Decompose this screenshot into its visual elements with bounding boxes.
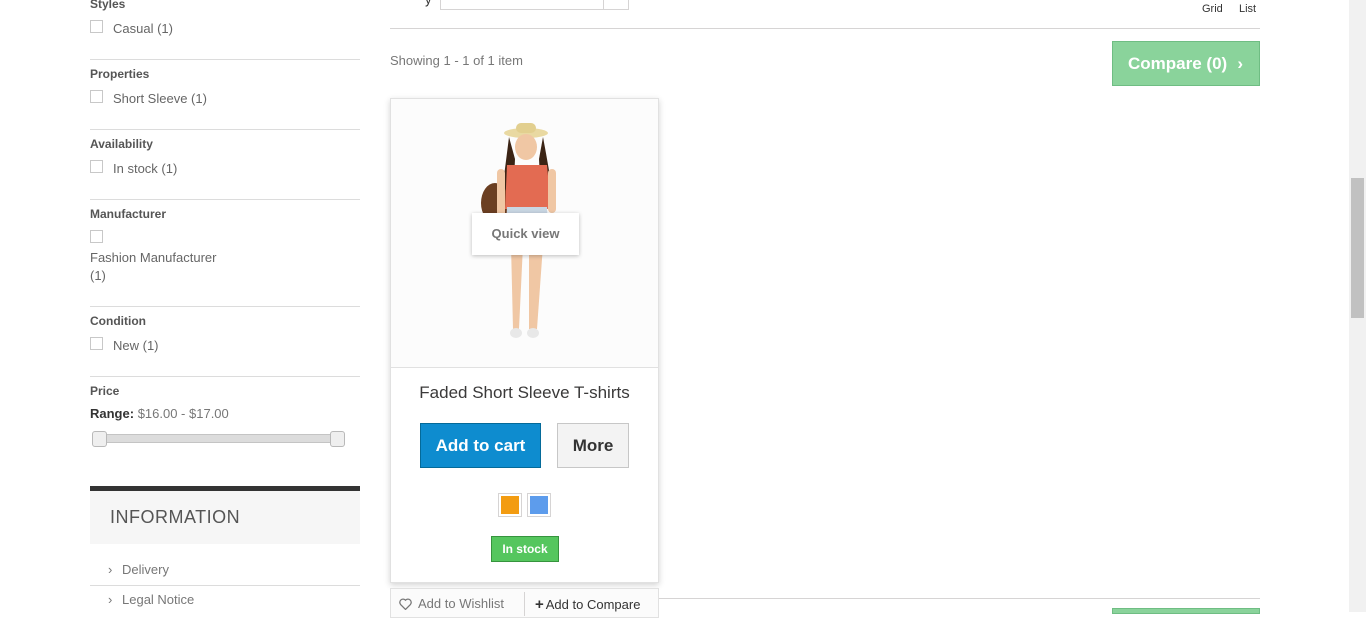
add-to-compare-link[interactable]: + Add to Compare xyxy=(535,596,640,613)
product-image[interactable]: Quick view xyxy=(391,99,658,368)
filter-title-condition: Condition xyxy=(90,314,146,328)
more-button[interactable]: More xyxy=(557,423,629,468)
info-link-delivery[interactable]: › Delivery xyxy=(108,562,169,577)
heart-icon xyxy=(399,598,412,611)
chevron-right-icon: › xyxy=(1237,54,1243,73)
divider xyxy=(90,376,360,377)
divider xyxy=(90,585,360,586)
checkbox-new[interactable] xyxy=(90,337,103,350)
checkbox-short-sleeve[interactable] xyxy=(90,90,103,103)
chevron-right-icon: › xyxy=(108,592,113,607)
filter-title-styles: Styles xyxy=(90,0,126,11)
chevron-down-icon[interactable] xyxy=(603,0,628,9)
view-grid-link[interactable]: Grid xyxy=(1202,3,1223,15)
price-slider-track[interactable] xyxy=(100,434,345,443)
divider xyxy=(90,306,360,307)
information-block: INFORMATION xyxy=(90,486,360,544)
compare-button[interactable]: Compare (0) › xyxy=(1112,41,1260,86)
filter-option-short-sleeve[interactable]: Short Sleeve (1) xyxy=(113,91,207,106)
checkbox-fashion-manufacturer[interactable] xyxy=(90,230,103,243)
filter-title-price: Price xyxy=(90,384,120,398)
info-link-label: Legal Notice xyxy=(122,592,195,607)
quick-view-button[interactable]: Quick view xyxy=(472,213,579,255)
filter-option-new[interactable]: New (1) xyxy=(113,338,159,353)
add-to-wishlist-label: Add to Wishlist xyxy=(418,596,504,611)
product-card-footer: Add to Wishlist + Add to Compare xyxy=(390,588,659,618)
info-link-label: Delivery xyxy=(122,562,169,577)
divider xyxy=(524,592,525,616)
color-swatch-blue[interactable] xyxy=(527,493,551,517)
price-range-value: $16.00 - $17.00 xyxy=(137,406,229,421)
chevron-right-icon: › xyxy=(108,562,113,577)
color-swatch-orange[interactable] xyxy=(498,493,522,517)
row-divider xyxy=(659,598,1260,599)
add-to-compare-label: Add to Compare xyxy=(545,597,641,612)
stock-badge: In stock xyxy=(491,536,559,562)
scrollbar-thumb[interactable] xyxy=(1351,178,1364,318)
view-list-link[interactable]: List xyxy=(1239,3,1256,15)
filter-title-manufacturer: Manufacturer xyxy=(90,207,167,221)
price-range: Range: $16.00 - $17.00 xyxy=(90,406,229,421)
add-to-wishlist-link[interactable]: Add to Wishlist xyxy=(399,596,504,611)
compare-button-bottom[interactable] xyxy=(1112,608,1260,614)
toolbar-divider xyxy=(390,28,1260,29)
sort-select[interactable] xyxy=(440,0,629,10)
checkbox-in-stock[interactable] xyxy=(90,160,103,173)
price-slider-min-handle[interactable] xyxy=(92,431,107,447)
filter-option-fashion-manufacturer-count[interactable]: (1) xyxy=(90,268,106,283)
sort-label-fragment: y xyxy=(425,0,432,7)
information-title: INFORMATION xyxy=(110,507,241,527)
showing-count: Showing 1 - 1 of 1 item xyxy=(390,53,523,68)
price-range-label: Range: xyxy=(90,406,135,421)
plus-icon: + xyxy=(535,596,544,613)
filter-title-properties: Properties xyxy=(90,67,150,81)
compare-button-label: Compare (0) xyxy=(1128,54,1228,73)
info-link-legal-notice[interactable]: › Legal Notice xyxy=(108,592,194,607)
product-card[interactable]: Quick view Faded Short Sleeve T-shirts A… xyxy=(390,98,659,583)
add-to-cart-button[interactable]: Add to cart xyxy=(420,423,541,468)
filter-option-fashion-manufacturer[interactable]: Fashion Manufacturer xyxy=(90,250,216,265)
filter-option-in-stock[interactable]: In stock (1) xyxy=(113,161,177,176)
checkbox-casual[interactable] xyxy=(90,20,103,33)
product-name-link[interactable]: Faded Short Sleeve T-shirts xyxy=(391,383,658,403)
divider xyxy=(90,59,360,60)
filter-option-casual[interactable]: Casual (1) xyxy=(113,21,173,36)
divider xyxy=(90,199,360,200)
divider xyxy=(90,129,360,130)
price-slider-max-handle[interactable] xyxy=(330,431,345,447)
filter-title-availability: Availability xyxy=(90,137,153,151)
